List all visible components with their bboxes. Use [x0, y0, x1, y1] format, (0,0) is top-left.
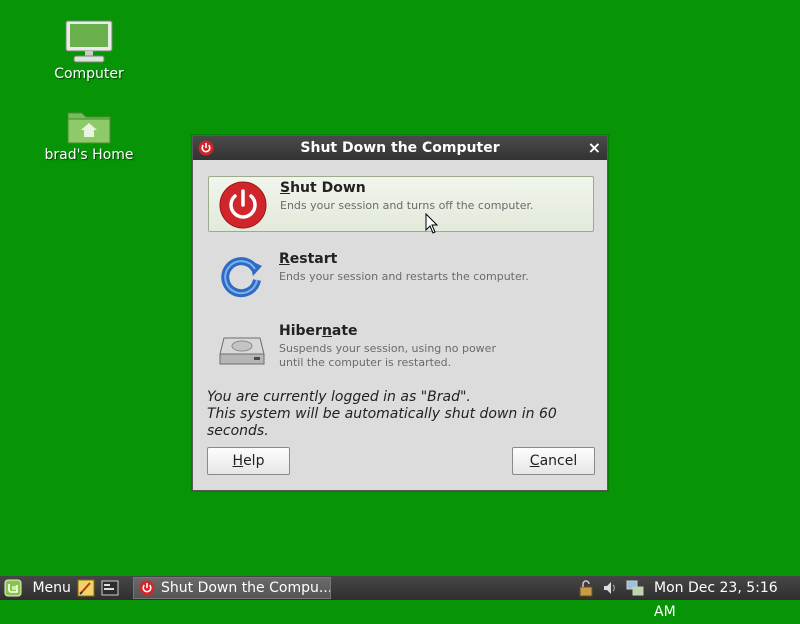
terminal-icon[interactable] — [101, 579, 119, 597]
home-folder-icon — [67, 112, 111, 144]
hibernate-option[interactable]: Hibernate Suspends your session, using n… — [208, 320, 594, 376]
mouse-cursor-icon — [425, 213, 439, 234]
desktop-icon-computer[interactable]: Computer — [39, 20, 139, 82]
shutdown-option[interactable]: Shut Down Ends your session and turns of… — [208, 176, 594, 232]
taskbar-window-button[interactable]: Shut Down the Compu... — [133, 577, 331, 599]
restart-title: Restart — [279, 251, 338, 267]
desktop-icon-label: brad's Home — [44, 147, 134, 163]
dialog-titlebar[interactable]: Shut Down the Computer × — [193, 136, 607, 160]
restart-description: Ends your session and restarts the compu… — [279, 270, 529, 283]
help-button[interactable]: Help — [207, 447, 290, 475]
hibernate-description-line1: Suspends your session, using no power — [279, 342, 496, 355]
status-message: You are currently logged in as "Brad". T… — [207, 389, 607, 440]
menu-label: Menu — [32, 580, 71, 596]
status-line-countdown: This system will be automatically shut d… — [207, 406, 557, 439]
shutdown-dialog: Shut Down the Computer × Shut Down Ends … — [192, 135, 608, 491]
restart-option[interactable]: Restart Ends your session and restarts t… — [208, 248, 594, 304]
power-icon — [139, 580, 155, 596]
restart-icon — [221, 257, 262, 298]
hard-drive-icon — [219, 337, 265, 365]
clock[interactable]: Mon Dec 23, 5:16 AM — [654, 576, 800, 624]
desktop-icon-home[interactable]: brad's Home — [39, 107, 139, 163]
cancel-button[interactable]: Cancel — [512, 447, 595, 475]
power-icon — [198, 140, 214, 156]
taskbar: Menu Shut Down the Compu... Mon Dec 23, … — [0, 576, 800, 620]
desktop-icon-label: Computer — [54, 66, 124, 82]
status-line-user: You are currently logged in as "Brad". — [207, 389, 471, 405]
update-manager-icon[interactable] — [577, 579, 595, 597]
taskbar-window-label: Shut Down the Compu... — [161, 580, 331, 596]
hibernate-description: Suspends your session, using no power un… — [279, 342, 496, 370]
shutdown-icon — [219, 181, 267, 229]
hibernate-title: Hibernate — [279, 323, 358, 339]
network-icon[interactable] — [626, 579, 644, 597]
mint-logo-icon — [4, 579, 22, 597]
shutdown-title: Shut Down — [280, 180, 366, 196]
dialog-title: Shut Down the Computer — [300, 140, 500, 156]
close-icon[interactable]: × — [588, 136, 601, 160]
text-editor-icon[interactable] — [77, 579, 95, 597]
computer-icon — [65, 20, 113, 63]
menu-button[interactable]: Menu — [4, 578, 71, 598]
shutdown-description: Ends your session and turns off the comp… — [280, 199, 534, 212]
volume-icon[interactable] — [601, 579, 619, 597]
hibernate-description-line2: until the computer is restarted. — [279, 356, 452, 369]
